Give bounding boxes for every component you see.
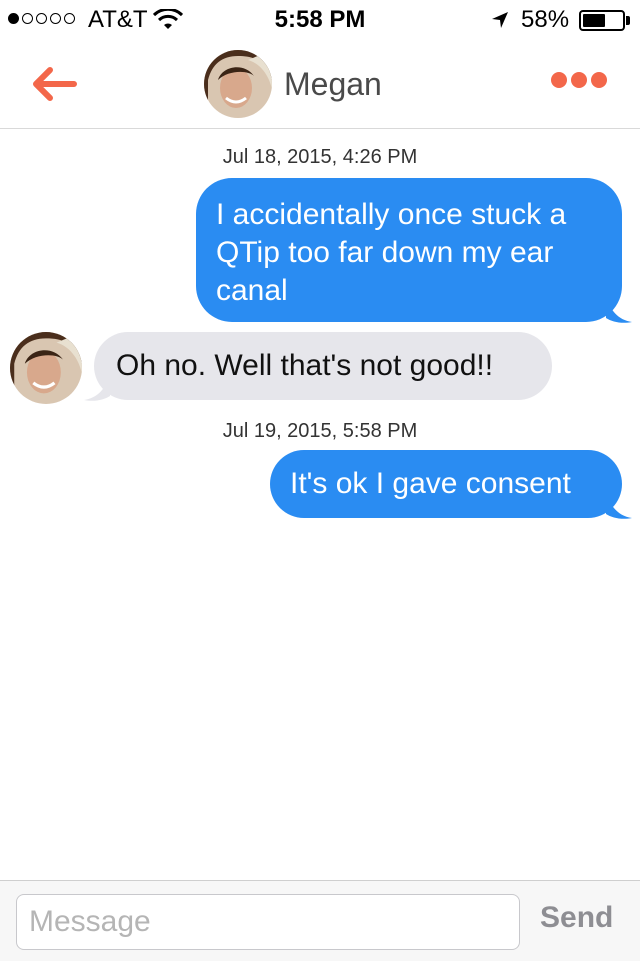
received-message-bubble[interactable]: Oh no. Well that's not good!! [94, 332, 552, 400]
chat-header: Megan [0, 40, 640, 129]
send-button[interactable]: Send [540, 901, 613, 935]
contact-avatar-small[interactable] [10, 332, 82, 404]
back-arrow-icon[interactable] [26, 62, 82, 106]
sent-message-bubble[interactable]: It's ok I gave consent [270, 450, 622, 518]
sent-bubble-tail [606, 296, 632, 323]
message-text: Oh no. Well that's not good!! [116, 349, 494, 382]
location-arrow-icon [492, 12, 508, 28]
message-input[interactable] [16, 894, 520, 950]
message-text: I accidentally once stuck a QTip too far… [216, 198, 567, 307]
avatar-image [10, 332, 82, 404]
more-options-icon[interactable] [551, 72, 607, 88]
avatar-image [204, 50, 272, 118]
battery-cap [626, 16, 630, 25]
message-text: It's ok I gave consent [290, 467, 571, 500]
sent-message-bubble[interactable]: I accidentally once stuck a QTip too far… [196, 178, 622, 322]
message-timestamp: Jul 18, 2015, 4:26 PM [222, 146, 418, 168]
status-bar: AT&T 5:58 PM 58% [0, 0, 640, 40]
contact-avatar[interactable] [204, 50, 272, 118]
battery-percent: 58% [521, 6, 570, 33]
message-timestamp: Jul 19, 2015, 5:58 PM [222, 420, 418, 442]
message-composer: Send [0, 880, 640, 961]
battery-icon [579, 10, 625, 31]
contact-name[interactable]: Megan [284, 66, 382, 103]
sent-bubble-tail [606, 492, 632, 519]
